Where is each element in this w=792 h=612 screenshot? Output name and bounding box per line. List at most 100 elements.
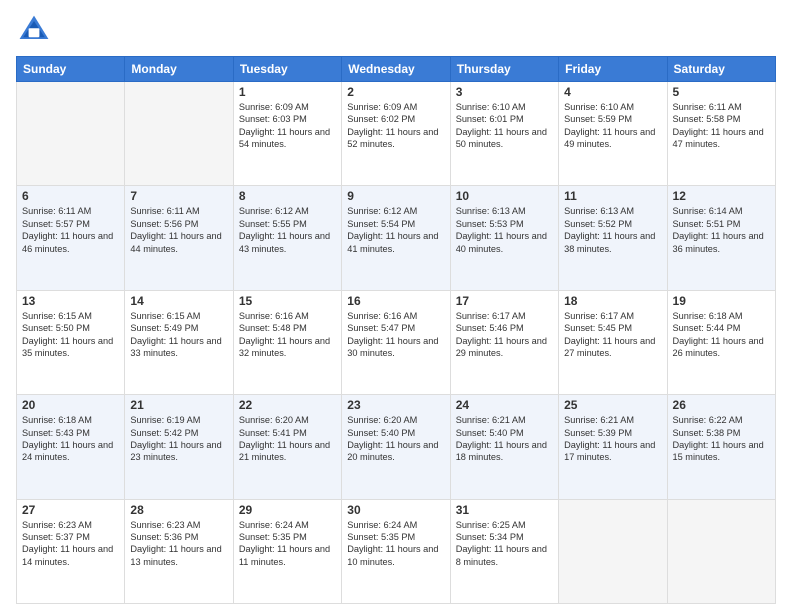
calendar-cell: 9 Sunrise: 6:12 AM Sunset: 5:54 PM Daylig… [342,186,450,290]
calendar-week-4: 20 Sunrise: 6:18 AM Sunset: 5:43 PM Dayli… [17,395,776,499]
weekday-header-friday: Friday [559,57,667,82]
day-number: 20 [22,398,119,412]
day-number: 6 [22,189,119,203]
calendar-cell: 14 Sunrise: 6:15 AM Sunset: 5:49 PM Dayli… [125,290,233,394]
day-info: Sunrise: 6:20 AM Sunset: 5:41 PM Dayligh… [239,414,336,464]
calendar-cell: 27Sunrise: 6:23 AM Sunset: 5:37 PM Dayli… [17,499,125,603]
calendar-cell: 29 Sunrise: 6:24 AM Sunset: 5:35 PM Dayli… [233,499,341,603]
day-info: Sunrise: 6:11 AM Sunset: 5:57 PM Dayligh… [22,205,119,255]
day-info: Sunrise: 6:12 AM Sunset: 5:54 PM Dayligh… [347,205,444,255]
calendar-week-5: 27Sunrise: 6:23 AM Sunset: 5:37 PM Dayli… [17,499,776,603]
calendar-cell: 12 Sunrise: 6:14 AM Sunset: 5:51 PM Dayli… [667,186,775,290]
day-number: 18 [564,294,661,308]
day-info: Sunrise: 6:20 AM Sunset: 5:40 PM Dayligh… [347,414,444,464]
logo-icon [16,12,52,48]
calendar-cell: 7 Sunrise: 6:11 AM Sunset: 5:56 PM Daylig… [125,186,233,290]
weekday-header-thursday: Thursday [450,57,558,82]
day-number: 8 [239,189,336,203]
calendar-cell: 28 Sunrise: 6:23 AM Sunset: 5:36 PM Dayli… [125,499,233,603]
day-number: 7 [130,189,227,203]
day-number: 14 [130,294,227,308]
day-info: Sunrise: 6:25 AM Sunset: 5:34 PM Dayligh… [456,519,553,569]
day-info: Sunrise: 6:17 AM Sunset: 5:45 PM Dayligh… [564,310,661,360]
day-info: Sunrise: 6:13 AM Sunset: 5:53 PM Dayligh… [456,205,553,255]
calendar-cell: 31 Sunrise: 6:25 AM Sunset: 5:34 PM Dayli… [450,499,558,603]
calendar-cell: 11 Sunrise: 6:13 AM Sunset: 5:52 PM Dayli… [559,186,667,290]
page: SundayMondayTuesdayWednesdayThursdayFrid… [0,0,792,612]
day-info: Sunrise: 6:15 AM Sunset: 5:50 PM Dayligh… [22,310,119,360]
day-number: 13 [22,294,119,308]
day-info: Sunrise: 6:16 AM Sunset: 5:47 PM Dayligh… [347,310,444,360]
day-number: 22 [239,398,336,412]
calendar-week-1: 1Sunrise: 6:09 AM Sunset: 6:03 PM Daylig… [17,82,776,186]
day-number: 15 [239,294,336,308]
calendar-cell: 13 Sunrise: 6:15 AM Sunset: 5:50 PM Dayli… [17,290,125,394]
day-info: Sunrise: 6:10 AM Sunset: 6:01 PM Dayligh… [456,101,553,151]
calendar-cell: 8 Sunrise: 6:12 AM Sunset: 5:55 PM Daylig… [233,186,341,290]
day-number: 29 [239,503,336,517]
calendar-cell: 22 Sunrise: 6:20 AM Sunset: 5:41 PM Dayli… [233,395,341,499]
day-info: Sunrise: 6:18 AM Sunset: 5:43 PM Dayligh… [22,414,119,464]
weekday-header-tuesday: Tuesday [233,57,341,82]
day-number: 2 [347,85,444,99]
day-info: Sunrise: 6:23 AM Sunset: 5:36 PM Dayligh… [130,519,227,569]
calendar-cell: 3 Sunrise: 6:10 AM Sunset: 6:01 PM Daylig… [450,82,558,186]
header [16,12,776,48]
day-number: 30 [347,503,444,517]
calendar-cell: 15 Sunrise: 6:16 AM Sunset: 5:48 PM Dayli… [233,290,341,394]
calendar-cell: 5Sunrise: 6:11 AM Sunset: 5:58 PM Daylig… [667,82,775,186]
calendar-cell: 24Sunrise: 6:21 AM Sunset: 5:40 PM Dayli… [450,395,558,499]
weekday-header-saturday: Saturday [667,57,775,82]
day-number: 10 [456,189,553,203]
day-number: 28 [130,503,227,517]
calendar-cell: 2 Sunrise: 6:09 AM Sunset: 6:02 PM Daylig… [342,82,450,186]
day-number: 9 [347,189,444,203]
weekday-header-sunday: Sunday [17,57,125,82]
calendar-cell: 25 Sunrise: 6:21 AM Sunset: 5:39 PM Dayli… [559,395,667,499]
logo [16,12,56,48]
day-info: Sunrise: 6:24 AM Sunset: 5:35 PM Dayligh… [239,519,336,569]
day-number: 12 [673,189,770,203]
day-info: Sunrise: 6:11 AM Sunset: 5:56 PM Dayligh… [130,205,227,255]
calendar-cell: 30Sunrise: 6:24 AM Sunset: 5:35 PM Dayli… [342,499,450,603]
day-info: Sunrise: 6:19 AM Sunset: 5:42 PM Dayligh… [130,414,227,464]
calendar-week-3: 13 Sunrise: 6:15 AM Sunset: 5:50 PM Dayli… [17,290,776,394]
day-number: 17 [456,294,553,308]
day-number: 31 [456,503,553,517]
day-info: Sunrise: 6:10 AM Sunset: 5:59 PM Dayligh… [564,101,661,151]
day-info: Sunrise: 6:16 AM Sunset: 5:48 PM Dayligh… [239,310,336,360]
day-info: Sunrise: 6:12 AM Sunset: 5:55 PM Dayligh… [239,205,336,255]
day-number: 3 [456,85,553,99]
calendar-cell: 17 Sunrise: 6:17 AM Sunset: 5:46 PM Dayli… [450,290,558,394]
day-info: Sunrise: 6:11 AM Sunset: 5:58 PM Dayligh… [673,101,770,151]
calendar-cell [17,82,125,186]
calendar-cell: 10 Sunrise: 6:13 AM Sunset: 5:53 PM Dayli… [450,186,558,290]
day-info: Sunrise: 6:14 AM Sunset: 5:51 PM Dayligh… [673,205,770,255]
calendar-cell [667,499,775,603]
day-info: Sunrise: 6:21 AM Sunset: 5:40 PM Dayligh… [456,414,553,464]
day-number: 11 [564,189,661,203]
day-info: Sunrise: 6:18 AM Sunset: 5:44 PM Dayligh… [673,310,770,360]
weekday-header-wednesday: Wednesday [342,57,450,82]
day-info: Sunrise: 6:09 AM Sunset: 6:02 PM Dayligh… [347,101,444,151]
calendar-cell: 18 Sunrise: 6:17 AM Sunset: 5:45 PM Dayli… [559,290,667,394]
day-number: 1 [239,85,336,99]
calendar-cell: 20 Sunrise: 6:18 AM Sunset: 5:43 PM Dayli… [17,395,125,499]
calendar-cell: 21Sunrise: 6:19 AM Sunset: 5:42 PM Dayli… [125,395,233,499]
day-info: Sunrise: 6:13 AM Sunset: 5:52 PM Dayligh… [564,205,661,255]
calendar-cell: 16Sunrise: 6:16 AM Sunset: 5:47 PM Dayli… [342,290,450,394]
day-number: 4 [564,85,661,99]
day-info: Sunrise: 6:15 AM Sunset: 5:49 PM Dayligh… [130,310,227,360]
calendar-cell [125,82,233,186]
day-number: 25 [564,398,661,412]
day-number: 26 [673,398,770,412]
day-number: 23 [347,398,444,412]
calendar-table: SundayMondayTuesdayWednesdayThursdayFrid… [16,56,776,604]
day-info: Sunrise: 6:23 AM Sunset: 5:37 PM Dayligh… [22,519,119,569]
calendar-cell: 4 Sunrise: 6:10 AM Sunset: 5:59 PM Daylig… [559,82,667,186]
day-info: Sunrise: 6:21 AM Sunset: 5:39 PM Dayligh… [564,414,661,464]
calendar-cell: 6 Sunrise: 6:11 AM Sunset: 5:57 PM Daylig… [17,186,125,290]
day-info: Sunrise: 6:17 AM Sunset: 5:46 PM Dayligh… [456,310,553,360]
calendar-cell: 26Sunrise: 6:22 AM Sunset: 5:38 PM Dayli… [667,395,775,499]
calendar-cell: 1Sunrise: 6:09 AM Sunset: 6:03 PM Daylig… [233,82,341,186]
